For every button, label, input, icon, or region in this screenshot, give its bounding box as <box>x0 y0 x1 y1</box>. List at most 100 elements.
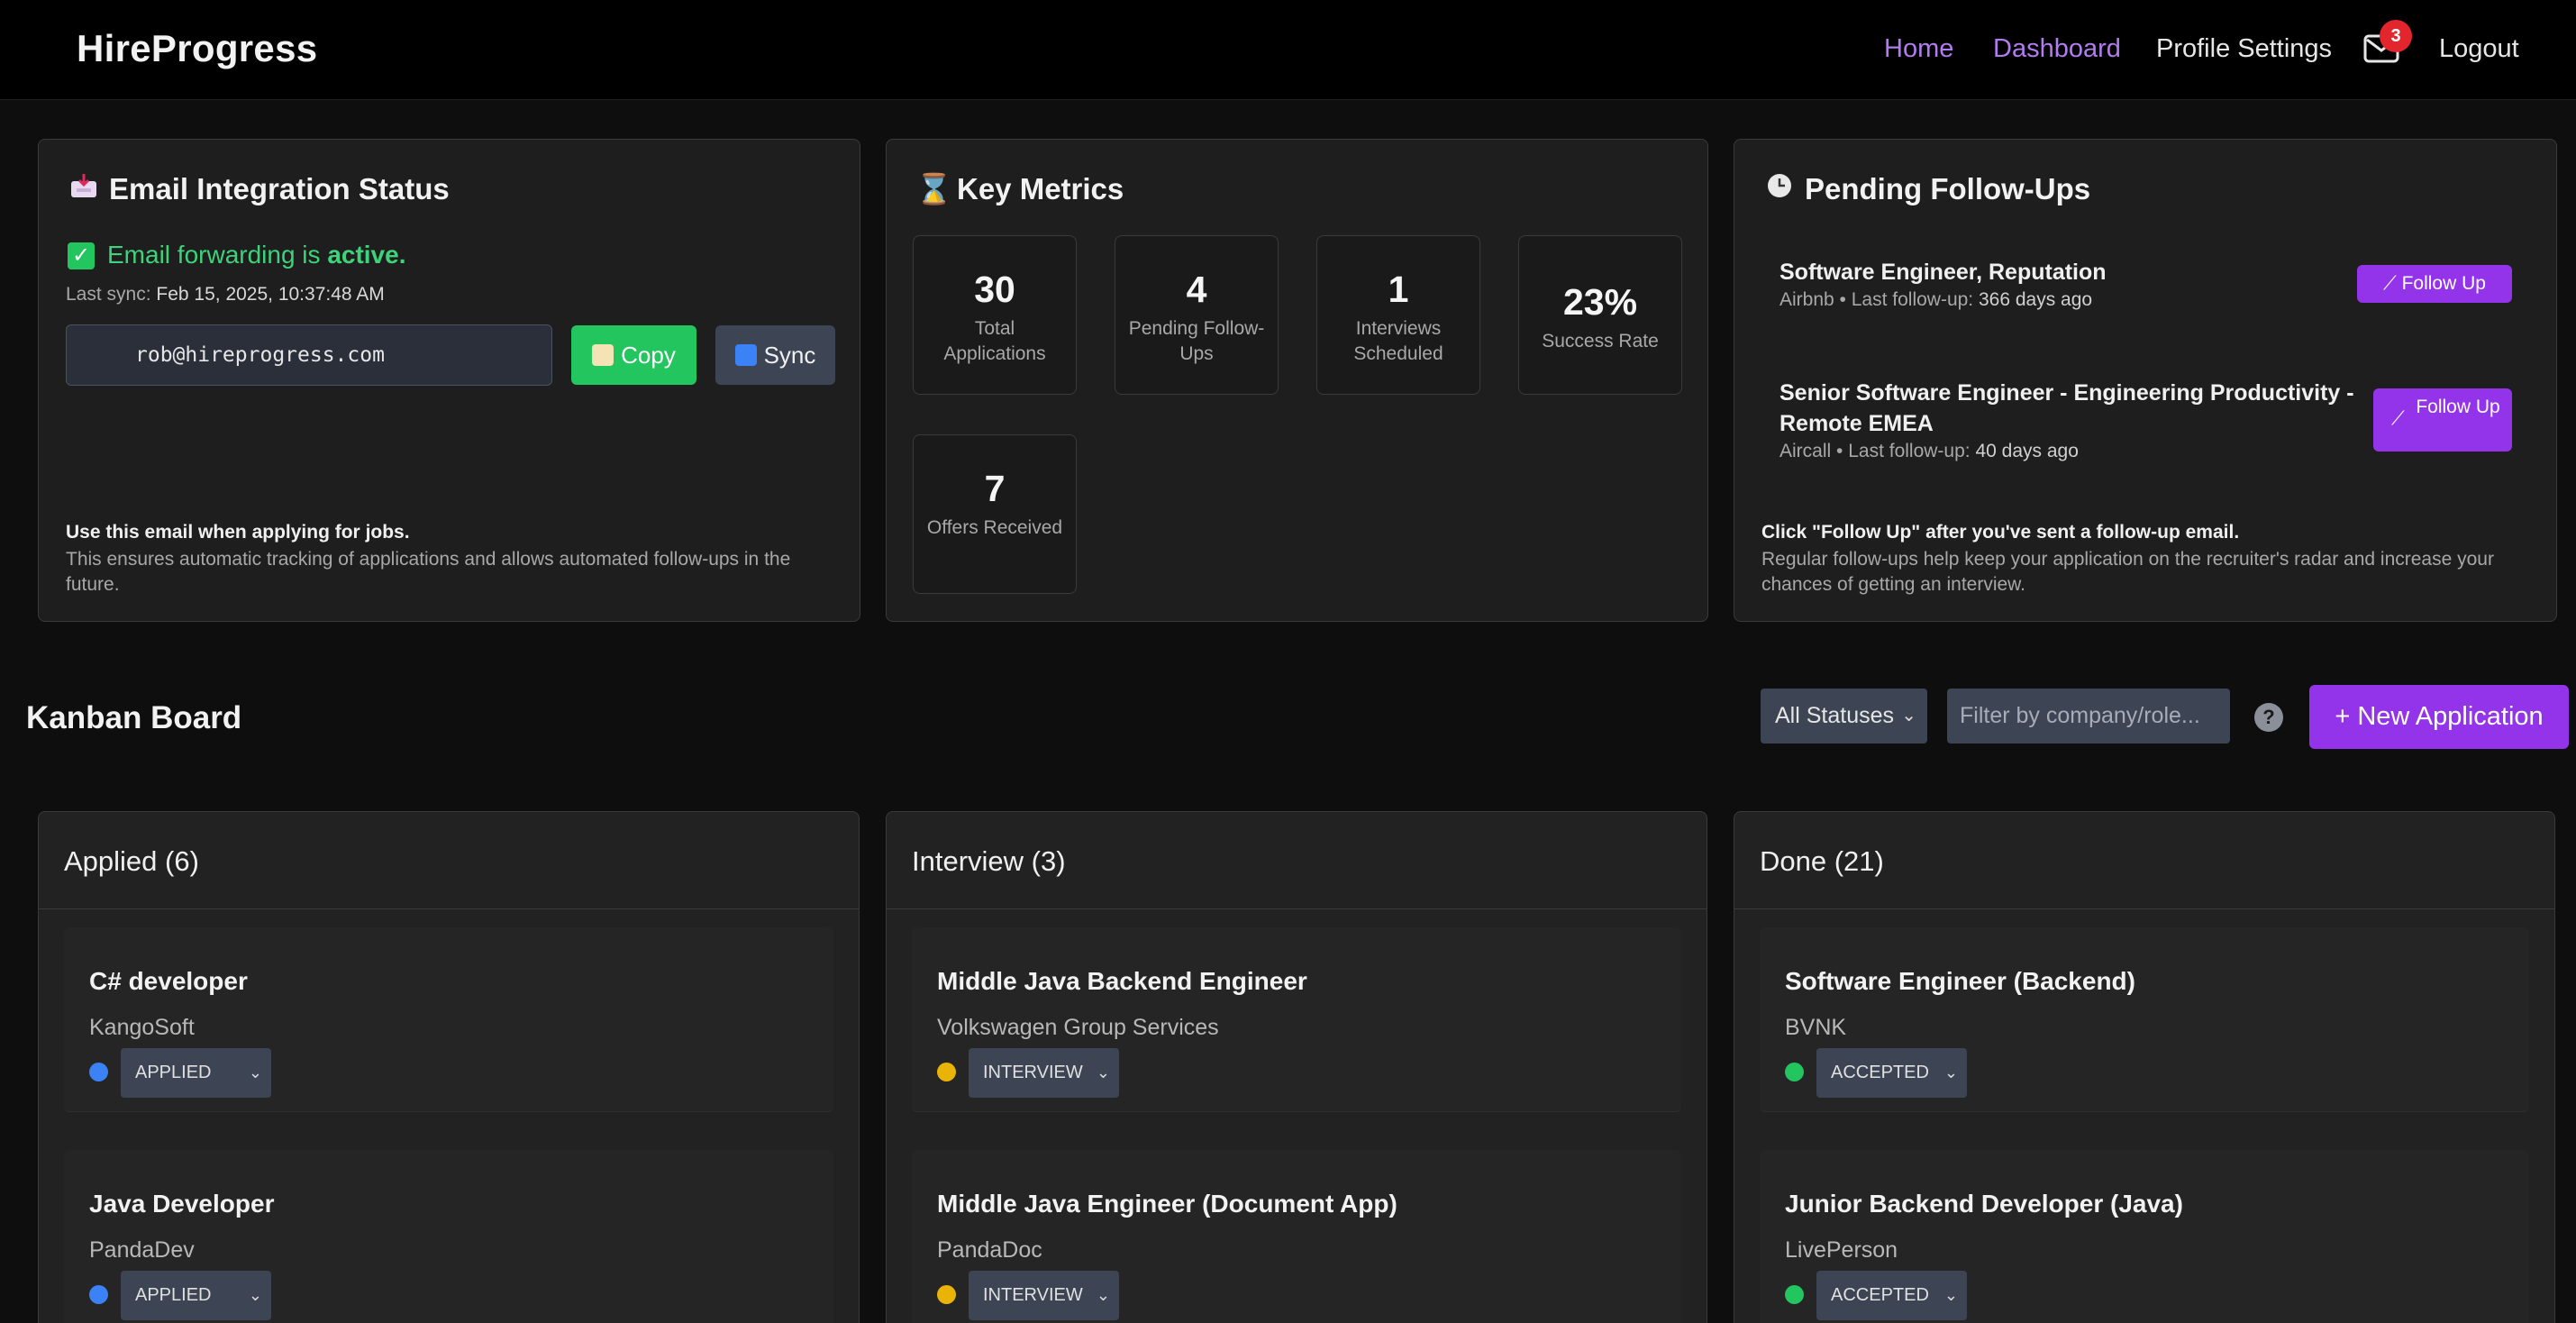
status-value: ACCEPTED <box>1831 1063 1929 1082</box>
status-value: ACCEPTED <box>1831 1285 1929 1305</box>
application-card[interactable]: C# developer KangoSoft APPLIED ⌄ <box>64 927 833 1112</box>
status-select[interactable]: ACCEPTED ⌄ <box>1816 1271 1967 1320</box>
status-select[interactable]: APPLIED ⌄ <box>121 1271 271 1320</box>
email-card-title-text: Email Integration Status <box>109 172 450 205</box>
follow-up-role: Software Engineer, Reputation <box>1780 260 2107 285</box>
application-card[interactable]: Java Developer PandaDev APPLIED ⌄ <box>64 1150 833 1323</box>
status-value: APPLIED <box>135 1063 212 1082</box>
status-select[interactable]: INTERVIEW ⌄ <box>969 1048 1119 1098</box>
status-dot <box>1785 1285 1804 1304</box>
job-company: PandaDev <box>89 1237 195 1263</box>
chevron-down-icon: ⌄ <box>1943 1286 1958 1304</box>
job-company: BVNK <box>1785 1015 1847 1040</box>
checkmark-icon: ✓ <box>68 242 95 269</box>
status-value: APPLIED <box>135 1285 212 1305</box>
email-note-heading: Use this email when applying for jobs. <box>66 522 410 543</box>
job-title: Software Engineer (Backend) <box>1785 967 2135 995</box>
metric-value: 1 <box>1388 269 1409 310</box>
follow-up-last-label: • Last follow-up: <box>1836 441 1971 461</box>
nav-home-link[interactable]: Home <box>1884 34 1953 64</box>
follow-up-meta: Aircall • Last follow-up: 40 days ago <box>1780 441 2079 462</box>
metric-value: 4 <box>1186 269 1207 310</box>
application-card[interactable]: Software Engineer (Backend) BVNK ACCEPTE… <box>1760 927 2529 1112</box>
brand-logo[interactable]: HireProgress <box>77 27 317 70</box>
forwarding-status-value: active. <box>327 241 406 269</box>
last-sync-value: Feb 15, 2025, 10:37:48 AM <box>156 284 385 305</box>
key-metrics-card: ⌛ Key Metrics 30 Total Applications 4 Pen… <box>886 139 1708 622</box>
help-icon[interactable]: ? <box>2254 703 2283 732</box>
status-dot <box>1785 1063 1804 1081</box>
hourglass-icon: ⌛ <box>915 172 953 205</box>
follow-up-meta: Airbnb • Last follow-up: 366 days ago <box>1780 289 2092 311</box>
status-dot <box>89 1063 108 1081</box>
copy-button[interactable]: Copy <box>571 325 696 385</box>
kanban-column-done: Done (21) Software Engineer (Backend) BV… <box>1734 811 2555 1323</box>
metric-pending-follow-ups: 4 Pending Follow-Ups <box>1115 235 1279 395</box>
column-title: Interview (3) <box>912 845 1066 877</box>
job-company: Volkswagen Group Services <box>937 1015 1219 1040</box>
status-select[interactable]: APPLIED ⌄ <box>121 1048 271 1098</box>
status-filter-select[interactable]: All Statuses ⌄ <box>1761 689 1927 744</box>
metric-label: Success Rate <box>1542 331 1659 351</box>
application-card[interactable]: Middle Java Engineer (Document App) Pand… <box>912 1150 1681 1323</box>
sync-button[interactable]: Sync <box>715 325 835 385</box>
metric-value: 23% <box>1562 281 1638 323</box>
status-dot <box>937 1063 956 1081</box>
job-title: Middle Java Backend Engineer <box>937 967 1307 995</box>
status-dot <box>937 1285 956 1304</box>
clipboard-icon <box>592 344 614 366</box>
top-nav: HireProgress Home Dashboard Profile Sett… <box>0 0 2576 100</box>
status-select[interactable]: INTERVIEW ⌄ <box>969 1271 1119 1320</box>
metric-label: Offers Received <box>926 517 1063 538</box>
chevron-down-icon: ⌄ <box>248 1286 262 1304</box>
email-card-title: Email Integration Status <box>68 172 450 206</box>
follow-up-last-label: • Last follow-up: <box>1839 289 1974 310</box>
column-header: Interview (3) <box>887 812 1707 909</box>
email-note-text: This ensures automatic tracking of appli… <box>66 549 791 595</box>
sync-button-label: Sync <box>763 342 816 369</box>
nav-profile-settings-link[interactable]: Profile Settings <box>2156 34 2332 64</box>
application-card[interactable]: Junior Backend Developer (Java) LivePers… <box>1760 1150 2529 1323</box>
follow-up-button-label: Follow Up <box>2416 397 2500 417</box>
status-value: INTERVIEW <box>983 1285 1083 1305</box>
application-card[interactable]: Middle Java Backend Engineer Volkswagen … <box>912 927 1681 1112</box>
nav-dashboard-link[interactable]: Dashboard <box>1993 34 2121 64</box>
follow-up-button[interactable]: ⟋ Follow Up <box>2373 388 2512 452</box>
job-title: Middle Java Engineer (Document App) <box>937 1190 1397 1218</box>
column-header: Done (21) <box>1734 812 2554 909</box>
followups-card-title: Pending Follow-Ups <box>1763 172 2090 206</box>
forwarding-email-field[interactable]: rob@hireprogress.com <box>66 324 552 386</box>
follow-up-last-value: 40 days ago <box>1975 441 2079 461</box>
kanban-title: Kanban Board <box>26 700 242 735</box>
metric-interviews-scheduled: 1 Interviews Scheduled <box>1316 235 1480 395</box>
nav-logout-link[interactable]: Logout <box>2439 34 2519 64</box>
chevron-down-icon: ⌄ <box>1096 1286 1110 1304</box>
status-filter-value: All Statuses <box>1775 703 1895 728</box>
metric-label: Total Applications <box>943 318 1046 364</box>
last-sync: Last sync: Feb 15, 2025, 10:37:48 AM <box>66 284 385 306</box>
forwarding-status-prefix: Email forwarding is <box>107 241 321 269</box>
magic-wand-icon: ⟋ <box>2391 408 2405 429</box>
kanban-column-interview: Interview (3) Middle Java Backend Engine… <box>886 811 1707 1323</box>
chevron-down-icon: ⌄ <box>1943 1063 1958 1081</box>
notification-badge: 3 <box>2380 20 2412 52</box>
job-company: LivePerson <box>1785 1237 1898 1263</box>
status-dot <box>89 1285 108 1304</box>
magic-wand-icon: ⟋ <box>2383 273 2402 294</box>
new-application-button[interactable]: + New Application <box>2309 685 2569 749</box>
chevron-down-icon: ⌄ <box>248 1063 262 1081</box>
metric-value: 30 <box>974 269 1015 310</box>
copy-button-label: Copy <box>621 342 676 369</box>
metric-total-applications: 30 Total Applications <box>913 235 1077 395</box>
company-role-filter-input[interactable]: Filter by company/role... <box>1947 689 2230 744</box>
follow-up-role: Senior Software Engineer - Engineering P… <box>1780 380 2354 436</box>
follow-up-button-label: Follow Up <box>2401 273 2486 294</box>
follow-up-button[interactable]: ⟋ Follow Up <box>2357 265 2512 303</box>
pending-follow-ups-card: Pending Follow-Ups Software Engineer, Re… <box>1734 139 2557 622</box>
chevron-down-icon: ⌄ <box>1096 1063 1110 1081</box>
followups-note-heading: Click "Follow Up" after you've sent a fo… <box>1761 522 2240 543</box>
status-select[interactable]: ACCEPTED ⌄ <box>1816 1048 1967 1098</box>
metrics-card-title: ⌛ Key Metrics <box>915 172 1124 207</box>
follow-up-last-value: 366 days ago <box>1978 289 2093 310</box>
inbox-tray-icon <box>68 172 100 206</box>
